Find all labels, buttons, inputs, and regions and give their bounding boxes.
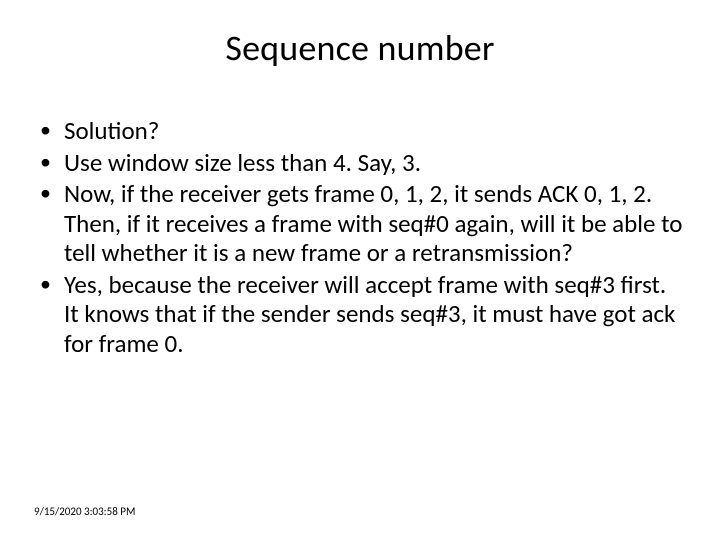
list-item: Yes, because the receiver will accept fr… — [34, 270, 686, 359]
bullet-list: Solution? Use window size less than 4. S… — [34, 116, 686, 358]
list-item: Use window size less than 4. Say, 3. — [34, 148, 686, 178]
list-item: Now, if the receiver gets frame 0, 1, 2,… — [34, 179, 686, 268]
slide: Sequence number Solution? Use window siz… — [0, 0, 720, 540]
slide-title: Sequence number — [34, 26, 686, 70]
list-item: Solution? — [34, 116, 686, 146]
footer-timestamp: 9/15/2020 3:03:58 PM — [34, 505, 135, 518]
